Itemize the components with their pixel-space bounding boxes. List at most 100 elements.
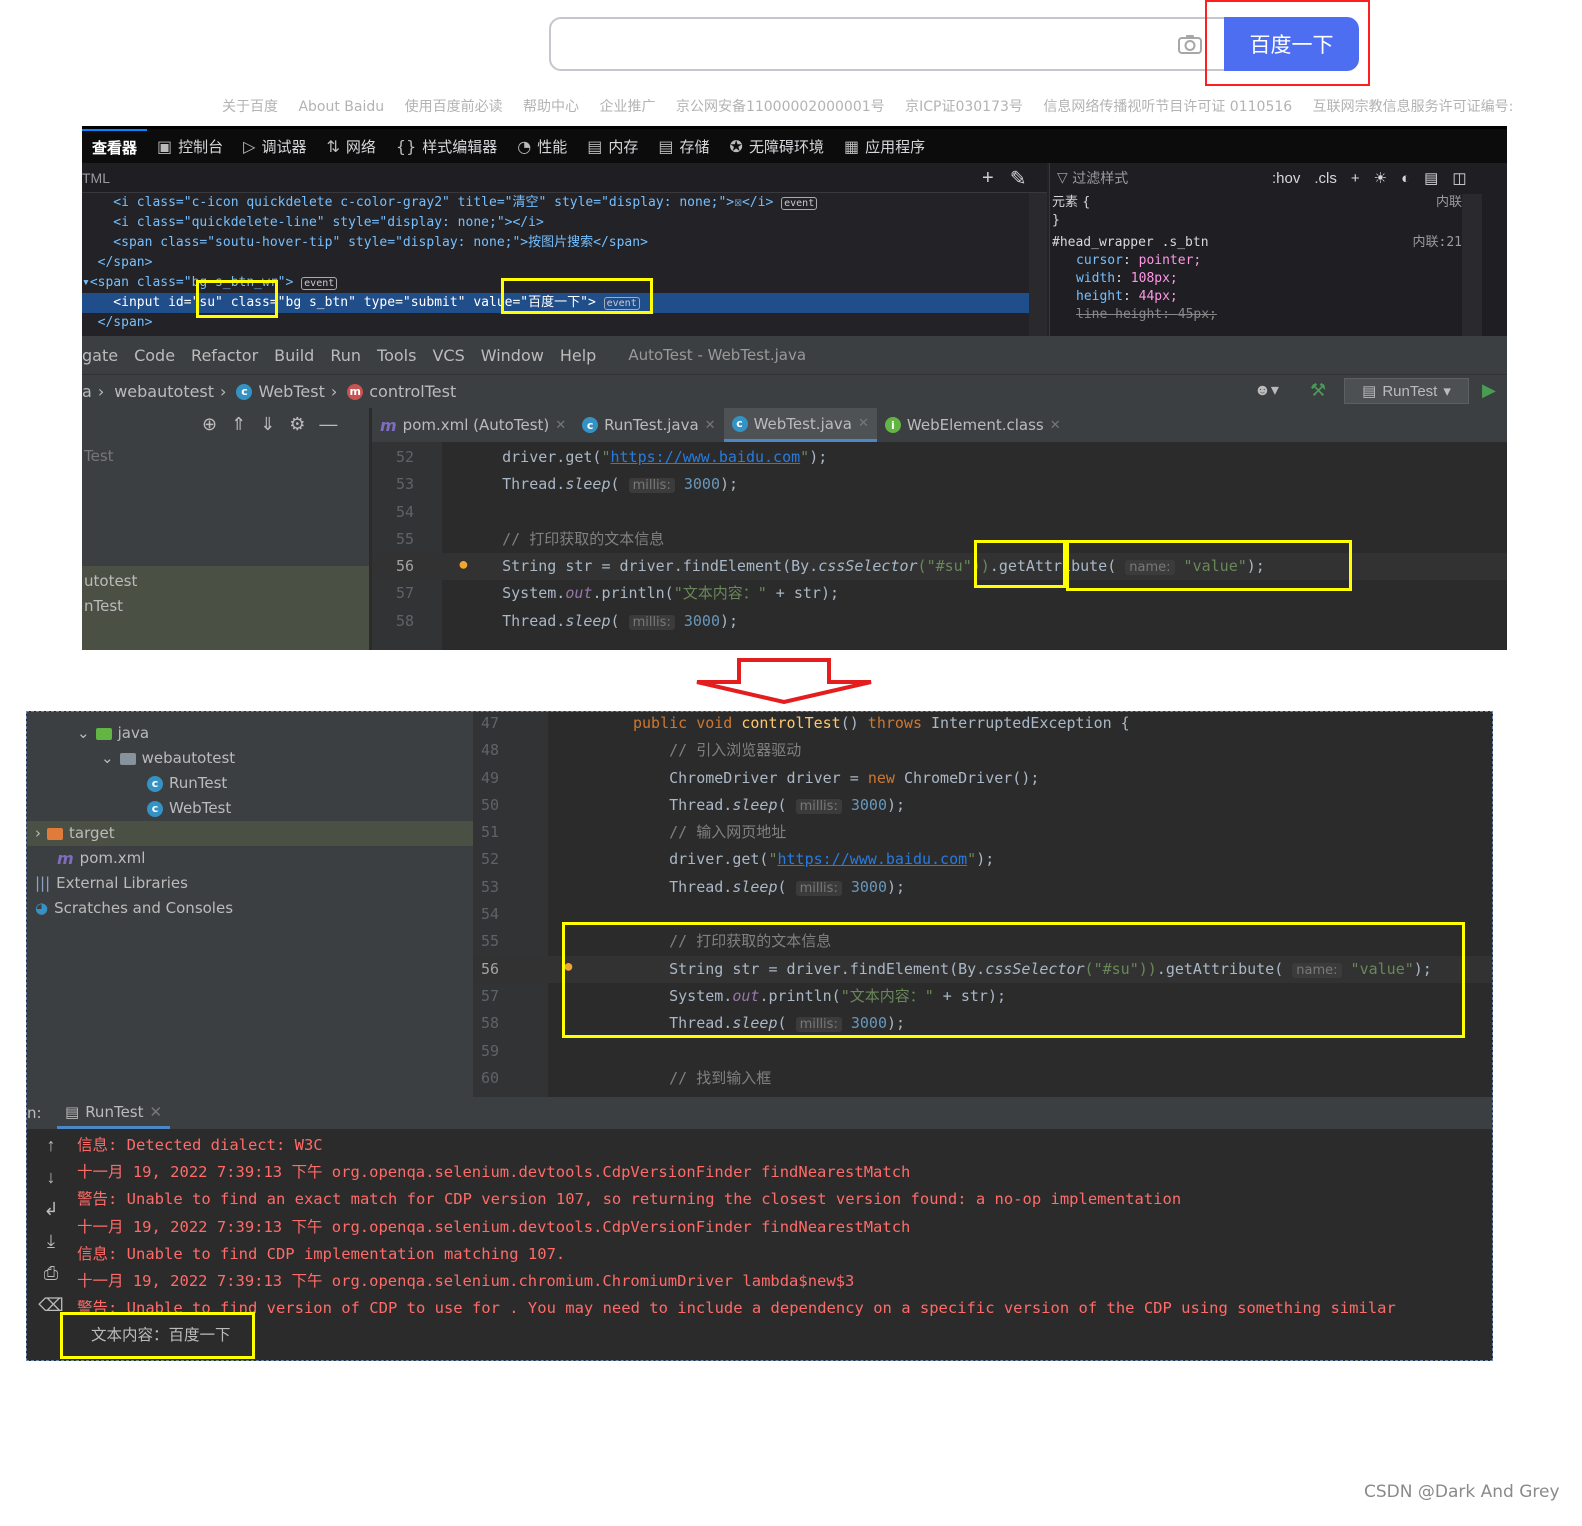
tree-item[interactable]: nTest bbox=[82, 594, 369, 619]
tab-network[interactable]: ⇅ 网络 bbox=[316, 129, 385, 163]
tree-item-scratches[interactable]: ◕ Scratches and Consoles bbox=[27, 896, 473, 921]
close-icon[interactable]: ✕ bbox=[555, 418, 566, 433]
add-rule-icon[interactable]: + bbox=[1351, 170, 1360, 187]
html-scrollbar[interactable] bbox=[1029, 193, 1047, 336]
tab-performance[interactable]: ◔ 性能 bbox=[507, 129, 577, 163]
tab-debugger[interactable]: ▷ 调试器 bbox=[233, 129, 316, 163]
breadcrumb-item[interactable]: c WebTest › bbox=[236, 382, 337, 401]
code-line[interactable]: 59 bbox=[473, 1038, 1492, 1065]
arrow-up-icon[interactable]: ↑ bbox=[27, 1129, 75, 1161]
code-line[interactable]: 53 Thread.sleep( millis: 3000); bbox=[473, 874, 1492, 901]
tab-runtest[interactable]: ▤ RunTest ✕ bbox=[57, 1097, 171, 1129]
tab-memory[interactable]: ▤ 内存 bbox=[577, 129, 648, 163]
layout-icon[interactable]: ◫ bbox=[1452, 169, 1466, 187]
locate-icon[interactable]: ⊕ bbox=[202, 414, 217, 438]
code-line[interactable]: 60 // 找到输入框 bbox=[473, 1065, 1492, 1092]
tree-item[interactable]: utotest bbox=[82, 569, 369, 594]
menu-item[interactable]: Build bbox=[274, 346, 314, 365]
html-line[interactable]: <i class="c-icon quickdelete c-color-gra… bbox=[82, 193, 1047, 213]
rules-scrollbar[interactable] bbox=[1462, 194, 1482, 336]
footer-link[interactable]: 信息网络传播视听节目许可证 0110516 bbox=[1043, 99, 1292, 115]
footer-link[interactable]: 使用百度前必读 bbox=[405, 99, 503, 115]
highlight-box bbox=[562, 922, 1465, 1038]
soft-wrap-icon[interactable]: ↲ bbox=[27, 1193, 75, 1225]
tree-item-external-libraries[interactable]: ||| External Libraries bbox=[27, 871, 473, 896]
tree-item-webautotest[interactable]: ⌄ webautotest bbox=[27, 746, 473, 771]
footer-link[interactable]: 互联网宗教信息服务许可证编号: bbox=[1313, 99, 1514, 115]
menu-item[interactable]: Code bbox=[134, 346, 175, 365]
tab-accessibility[interactable]: ✪ 无障碍环境 bbox=[720, 129, 834, 163]
baidu-search-input[interactable] bbox=[549, 17, 1227, 71]
print-icon[interactable]: ⎙ bbox=[27, 1257, 75, 1289]
code-line[interactable]: 54 bbox=[372, 499, 1507, 526]
tab-webelement-class[interactable]: i WebElement.class ✕ bbox=[877, 408, 1069, 442]
build-hammer-icon[interactable]: ⚒ bbox=[1310, 380, 1326, 401]
code-line[interactable]: 47 public void controlTest() throws Inter… bbox=[473, 712, 1492, 737]
html-line[interactable]: <i class="quickdelete-line" style="displ… bbox=[82, 213, 1047, 233]
code-line[interactable]: 53 Thread.sleep( millis: 3000); bbox=[372, 471, 1507, 498]
lightbulb-icon[interactable]: ● bbox=[458, 554, 469, 575]
close-icon[interactable]: ✕ bbox=[858, 416, 869, 431]
collapse-all-icon[interactable]: ⇓ bbox=[260, 414, 275, 438]
code-line[interactable]: 51 // 输入网页地址 bbox=[473, 819, 1492, 846]
hov-button[interactable]: :hov bbox=[1272, 170, 1300, 187]
close-icon[interactable]: ✕ bbox=[1050, 418, 1061, 433]
breadcrumb-item[interactable]: webautotest › bbox=[114, 382, 226, 401]
tree-item-pom[interactable]: m pom.xml bbox=[27, 846, 473, 871]
tree-item-java[interactable]: ⌄ java bbox=[27, 721, 473, 746]
print-icon[interactable]: ▤ bbox=[1424, 169, 1438, 187]
run-play-icon[interactable]: ▶ bbox=[1482, 380, 1502, 402]
footer-link[interactable]: 企业推广 bbox=[600, 99, 656, 115]
tab-pom-xml[interactable]: m pom.xml (AutoTest) ✕ bbox=[372, 408, 574, 442]
menu-item[interactable]: Refactor bbox=[191, 346, 258, 365]
menu-item[interactable]: Window bbox=[481, 346, 544, 365]
footer-link[interactable]: About Baidu bbox=[298, 99, 384, 115]
footer-link[interactable]: 京ICP证030173号 bbox=[905, 99, 1023, 115]
tab-inspector[interactable]: 查看器 bbox=[82, 129, 148, 163]
dark-theme-icon[interactable]: ◐ bbox=[1401, 170, 1410, 187]
expand-all-icon[interactable]: ⇑ bbox=[231, 414, 246, 438]
scroll-to-end-icon[interactable]: ⤓ bbox=[27, 1225, 75, 1257]
light-theme-icon[interactable]: ☀ bbox=[1374, 169, 1387, 187]
code-line[interactable]: 52 driver.get("https://www.baidu.com"); bbox=[372, 444, 1507, 471]
footer-link[interactable]: 帮助中心 bbox=[523, 99, 579, 115]
breadcrumb-item[interactable]: a › bbox=[82, 382, 104, 401]
eyedropper-icon[interactable]: ✎ bbox=[1010, 166, 1027, 191]
watermark: CSDN @Dark And Grey bbox=[1364, 1482, 1560, 1502]
tab-runtest-java[interactable]: c RunTest.java ✕ bbox=[574, 408, 723, 442]
menu-item[interactable]: Run bbox=[330, 346, 361, 365]
close-icon[interactable]: ✕ bbox=[705, 418, 716, 433]
close-icon[interactable]: ✕ bbox=[150, 1103, 163, 1121]
footer-link[interactable]: 关于百度 bbox=[222, 99, 278, 115]
tree-item[interactable]: Test bbox=[82, 444, 369, 469]
arrow-down-icon[interactable]: ↓ bbox=[27, 1161, 75, 1193]
add-node-icon[interactable]: + bbox=[982, 167, 994, 190]
code-line[interactable]: 48 // 引入浏览器驱动 bbox=[473, 737, 1492, 764]
minimize-icon[interactable]: — bbox=[319, 414, 337, 438]
menu-item[interactable]: gate bbox=[82, 346, 118, 365]
tree-item-target[interactable]: › target bbox=[27, 821, 473, 846]
html-line[interactable]: </span> bbox=[82, 253, 1047, 273]
run-config-select[interactable]: ▤ RunTest ▾ bbox=[1344, 378, 1469, 404]
code-line[interactable]: 52 driver.get("https://www.baidu.com"); bbox=[473, 846, 1492, 873]
tab-console[interactable]: ▣ 控制台 bbox=[147, 129, 233, 163]
menu-item[interactable]: Help bbox=[560, 346, 596, 365]
tab-application[interactable]: ▦ 应用程序 bbox=[834, 129, 935, 163]
tree-item-webtest[interactable]: c WebTest bbox=[27, 796, 473, 821]
tree-item-runtest[interactable]: c RunTest bbox=[27, 771, 473, 796]
menu-item[interactable]: Tools bbox=[377, 346, 416, 365]
code-line[interactable]: 49 ChromeDriver driver = new ChromeDrive… bbox=[473, 765, 1492, 792]
tab-storage[interactable]: ▤ 存储 bbox=[648, 129, 719, 163]
code-line[interactable]: 50 Thread.sleep( millis: 3000); bbox=[473, 792, 1492, 819]
breadcrumb-item[interactable]: m controlTest bbox=[347, 382, 456, 401]
tab-style-editor[interactable]: {} 样式编辑器 bbox=[386, 129, 507, 163]
user-icon[interactable]: ☻▾ bbox=[1254, 380, 1279, 400]
footer-link[interactable]: 京公网安备11000002000001号 bbox=[676, 99, 885, 115]
tab-webtest-java[interactable]: c WebTest.java ✕ bbox=[723, 408, 877, 442]
gear-icon[interactable]: ⚙ bbox=[289, 414, 305, 438]
camera-icon[interactable] bbox=[1176, 30, 1204, 58]
html-line[interactable]: <span class="soutu-hover-tip" style="dis… bbox=[82, 233, 1047, 253]
menu-item[interactable]: VCS bbox=[432, 346, 464, 365]
cls-button[interactable]: .cls bbox=[1314, 170, 1337, 187]
code-line[interactable]: 58 Thread.sleep( millis: 3000); bbox=[372, 608, 1507, 635]
